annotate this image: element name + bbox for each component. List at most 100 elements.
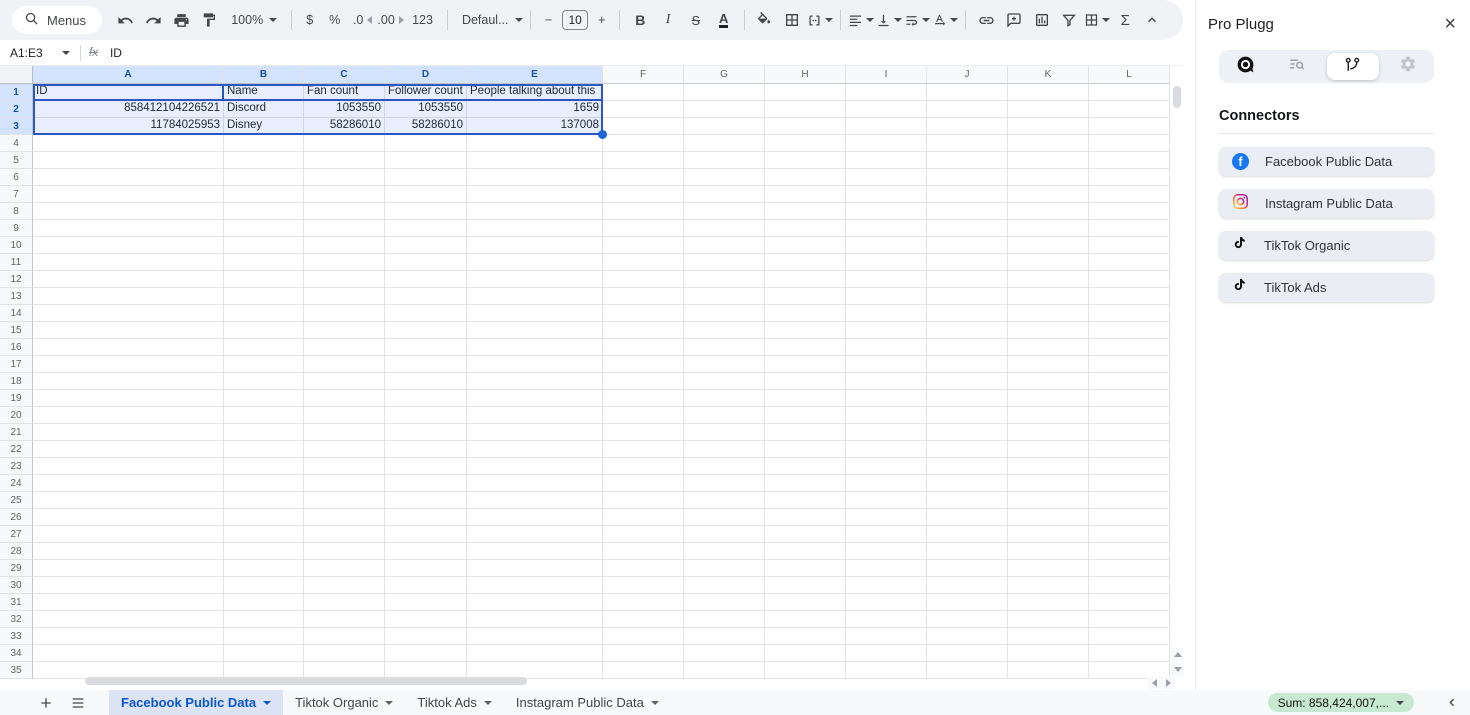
cell-D7[interactable] [385, 186, 467, 203]
cell-B22[interactable] [224, 441, 304, 458]
cell-K27[interactable] [1008, 526, 1089, 543]
cell-A9[interactable] [33, 220, 224, 237]
formula-input[interactable]: ID [110, 46, 122, 60]
cell-G14[interactable] [684, 305, 765, 322]
sidebar-tab-connectors[interactable] [1326, 53, 1379, 80]
italic-button[interactable]: I [655, 7, 681, 33]
cell-H20[interactable] [765, 407, 846, 424]
cell-A30[interactable] [33, 577, 224, 594]
cell-H31[interactable] [765, 594, 846, 611]
cell-B19[interactable] [224, 390, 304, 407]
cell-F19[interactable] [603, 390, 684, 407]
cell-C20[interactable] [304, 407, 385, 424]
cell-L26[interactable] [1089, 509, 1170, 526]
sidebar-tab-search[interactable] [1271, 50, 1323, 83]
cell-I10[interactable] [846, 237, 927, 254]
cell-L21[interactable] [1089, 424, 1170, 441]
cell-B8[interactable] [224, 203, 304, 220]
cell-J25[interactable] [927, 492, 1008, 509]
cell-I4[interactable] [846, 135, 927, 152]
cell-B32[interactable] [224, 611, 304, 628]
cell-B21[interactable] [224, 424, 304, 441]
cell-G7[interactable] [684, 186, 765, 203]
row-header-19[interactable]: 19 [0, 390, 33, 407]
cell-L12[interactable] [1089, 271, 1170, 288]
row-header-30[interactable]: 30 [0, 577, 33, 594]
row-header-6[interactable]: 6 [0, 169, 33, 186]
cell-I7[interactable] [846, 186, 927, 203]
cell-D27[interactable] [385, 526, 467, 543]
cell-K15[interactable] [1008, 322, 1089, 339]
cell-E29[interactable] [467, 560, 603, 577]
cell-A5[interactable] [33, 152, 224, 169]
sidebar-tab-settings[interactable] [1382, 50, 1434, 83]
cell-A23[interactable] [33, 458, 224, 475]
cell-H1[interactable] [765, 84, 846, 101]
cell-H3[interactable] [765, 118, 846, 135]
fill-color-button[interactable] [752, 7, 778, 33]
cell-K33[interactable] [1008, 628, 1089, 645]
cell-H28[interactable] [765, 543, 846, 560]
cell-K25[interactable] [1008, 492, 1089, 509]
cell-G1[interactable] [684, 84, 765, 101]
cell-E17[interactable] [467, 356, 603, 373]
cell-G22[interactable] [684, 441, 765, 458]
cell-H10[interactable] [765, 237, 846, 254]
row-header-32[interactable]: 32 [0, 611, 33, 628]
cell-B5[interactable] [224, 152, 304, 169]
cell-K35[interactable] [1008, 662, 1089, 679]
cell-C4[interactable] [304, 135, 385, 152]
row-header-34[interactable]: 34 [0, 645, 33, 662]
cell-D18[interactable] [385, 373, 467, 390]
cell-F20[interactable] [603, 407, 684, 424]
cell-I22[interactable] [846, 441, 927, 458]
row-header-27[interactable]: 27 [0, 526, 33, 543]
column-header-I[interactable]: I [846, 66, 927, 84]
cell-E30[interactable] [467, 577, 603, 594]
cell-I33[interactable] [846, 628, 927, 645]
row-header-16[interactable]: 16 [0, 339, 33, 356]
cell-C2[interactable]: 1053550 [304, 101, 385, 118]
cell-C30[interactable] [304, 577, 385, 594]
cell-B15[interactable] [224, 322, 304, 339]
cell-G29[interactable] [684, 560, 765, 577]
cell-A4[interactable] [33, 135, 224, 152]
cell-C23[interactable] [304, 458, 385, 475]
cell-J11[interactable] [927, 254, 1008, 271]
print-button[interactable] [169, 7, 195, 33]
cell-G11[interactable] [684, 254, 765, 271]
cell-F2[interactable] [603, 101, 684, 118]
cell-F24[interactable] [603, 475, 684, 492]
cell-G31[interactable] [684, 594, 765, 611]
cell-E3[interactable]: 137008 [467, 118, 603, 135]
cell-I6[interactable] [846, 169, 927, 186]
cell-F9[interactable] [603, 220, 684, 237]
sheet-tab-instagram-public-data[interactable]: Instagram Public Data [504, 690, 671, 715]
cell-E21[interactable] [467, 424, 603, 441]
cell-D24[interactable] [385, 475, 467, 492]
row-header-3[interactable]: 3 [0, 118, 33, 135]
cell-L22[interactable] [1089, 441, 1170, 458]
cell-A16[interactable] [33, 339, 224, 356]
all-sheets-button[interactable] [65, 690, 91, 715]
cell-E28[interactable] [467, 543, 603, 560]
row-header-35[interactable]: 35 [0, 662, 33, 679]
cell-G13[interactable] [684, 288, 765, 305]
cell-L15[interactable] [1089, 322, 1170, 339]
cell-B13[interactable] [224, 288, 304, 305]
cell-L10[interactable] [1089, 237, 1170, 254]
cell-D10[interactable] [385, 237, 467, 254]
cell-G8[interactable] [684, 203, 765, 220]
sheet-tab-tiktok-organic[interactable]: Tiktok Organic [283, 690, 405, 715]
cell-G15[interactable] [684, 322, 765, 339]
cell-F14[interactable] [603, 305, 684, 322]
row-header-1[interactable]: 1 [0, 84, 33, 101]
cell-G4[interactable] [684, 135, 765, 152]
cell-J29[interactable] [927, 560, 1008, 577]
scroll-up-button[interactable] [1171, 648, 1184, 661]
cell-B28[interactable] [224, 543, 304, 560]
cell-E13[interactable] [467, 288, 603, 305]
cell-F33[interactable] [603, 628, 684, 645]
cell-E22[interactable] [467, 441, 603, 458]
cell-H5[interactable] [765, 152, 846, 169]
